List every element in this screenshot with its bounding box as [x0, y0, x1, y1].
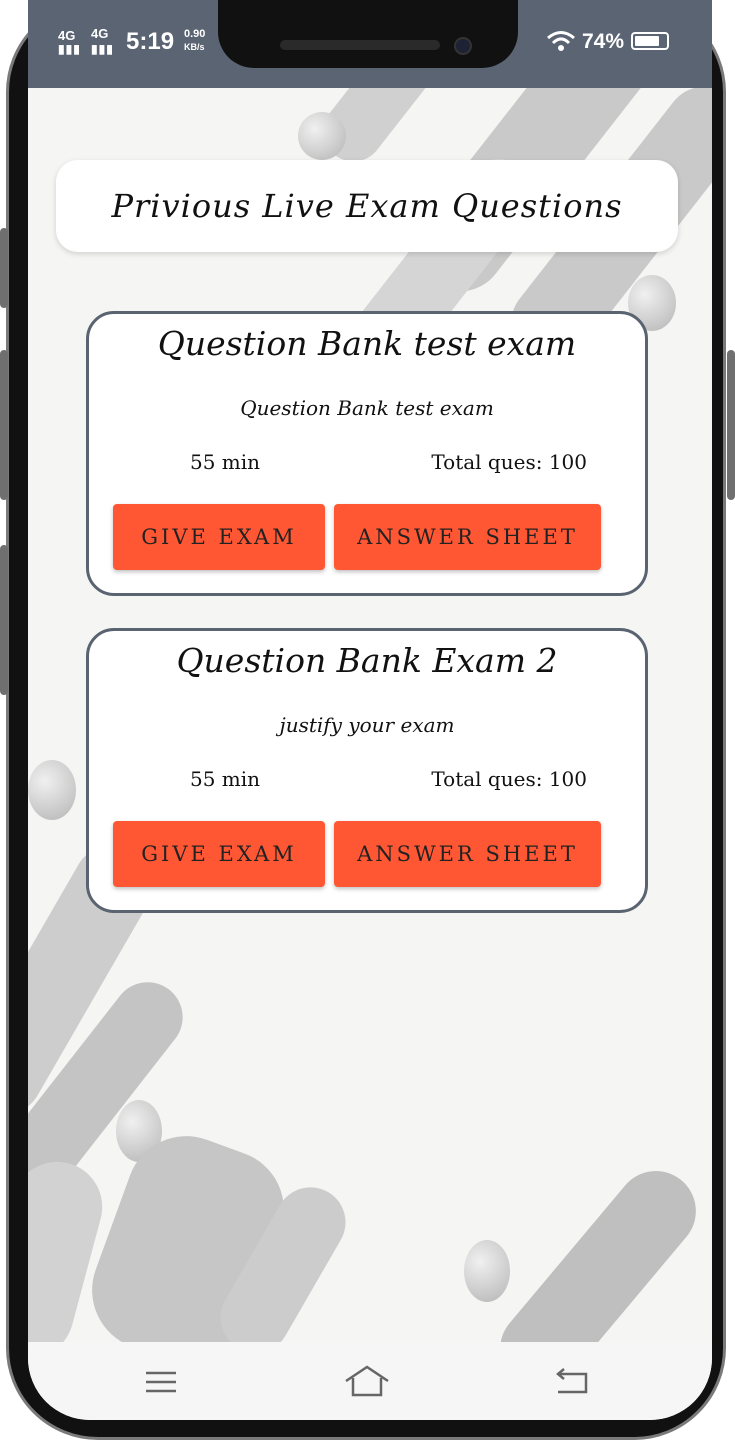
exam-card: Question Bank test exam Question Bank te… — [86, 311, 648, 596]
clock: 5:19 — [126, 28, 175, 55]
notch — [218, 0, 518, 68]
exam-total-questions: Total ques: 100 — [431, 450, 587, 474]
exam-description: Question Bank test exam — [240, 396, 494, 420]
back-icon[interactable] — [554, 1364, 590, 1398]
header-card: Privious Live Exam Questions — [56, 160, 678, 252]
answer-sheet-button[interactable]: ANSWER SHEET — [334, 504, 601, 570]
battery-icon — [631, 32, 669, 50]
navigation-bar — [28, 1342, 712, 1420]
exam-title: Question Bank test exam — [157, 324, 577, 363]
volume-up-button — [0, 228, 8, 308]
front-camera — [454, 37, 472, 55]
exam-duration: 55 min — [190, 450, 261, 474]
network-type-label: 4G — [91, 26, 109, 41]
bg-dot — [464, 1240, 510, 1302]
network-speed-unit: KB/s — [184, 42, 205, 52]
battery-percent: 74% — [582, 30, 625, 53]
bg-dot — [28, 760, 76, 820]
signal-icon: ▮▮▮ — [58, 42, 81, 56]
power-button — [727, 350, 735, 500]
bg-dot — [298, 112, 346, 160]
speaker-grille — [280, 40, 440, 50]
page-title: Privious Live Exam Questions — [111, 187, 623, 225]
status-bar: 4G 4G ▮▮▮ ▮▮▮ 5:19 0.90 KB/s 74% — [28, 0, 712, 88]
home-icon[interactable] — [344, 1364, 390, 1398]
give-exam-button[interactable]: GIVE EXAM — [113, 504, 325, 570]
exam-duration: 55 min — [190, 767, 261, 791]
exam-description: justify your exam — [279, 713, 455, 737]
give-exam-button[interactable]: GIVE EXAM — [113, 821, 325, 887]
network-speed-value: 0.90 — [184, 28, 206, 40]
network-type-label: 4G — [58, 28, 76, 43]
answer-sheet-button[interactable]: ANSWER SHEET — [334, 821, 601, 887]
signal-icon: ▮▮▮ — [91, 42, 114, 56]
volume-down-button — [0, 350, 8, 500]
screen: 4G 4G ▮▮▮ ▮▮▮ 5:19 0.90 KB/s 74% Priviou… — [28, 0, 712, 1420]
side-key — [0, 545, 8, 695]
exam-title: Question Bank Exam 2 — [176, 641, 558, 680]
exam-total-questions: Total ques: 100 — [431, 767, 587, 791]
menu-icon[interactable] — [144, 1364, 178, 1398]
wifi-icon — [547, 31, 575, 51]
exam-card: Question Bank Exam 2 justify your exam 5… — [86, 628, 648, 913]
